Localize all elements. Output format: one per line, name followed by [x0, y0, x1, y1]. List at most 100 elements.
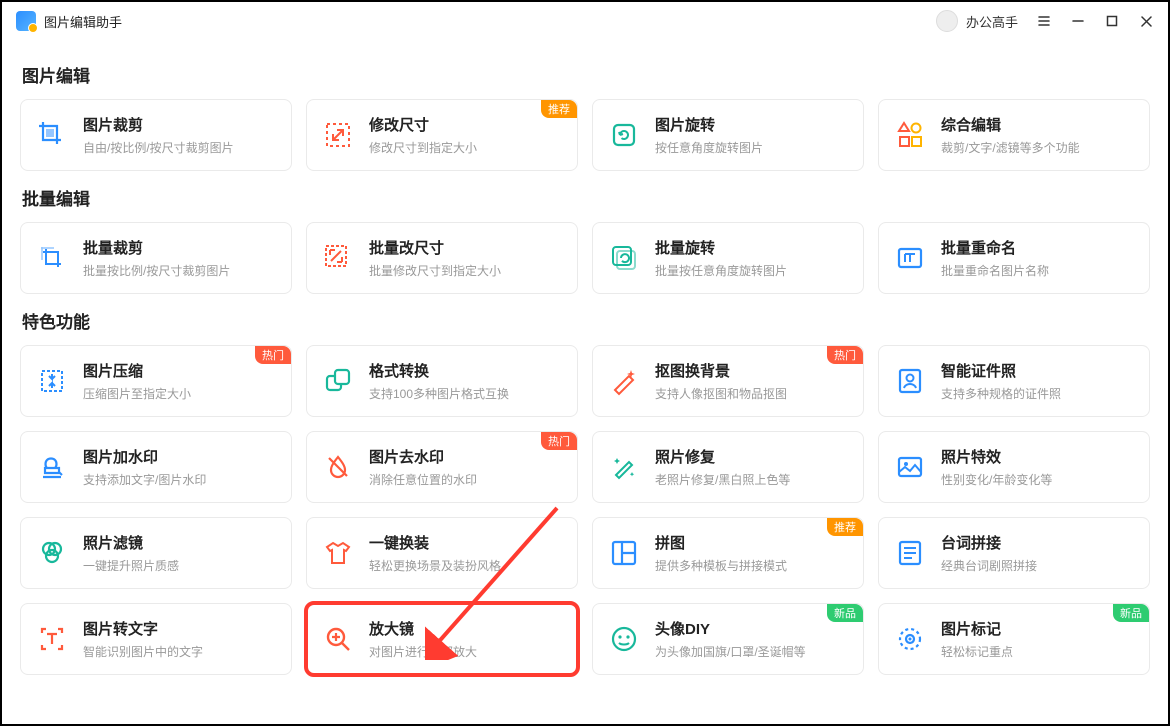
feature-card-batch-rotate[interactable]: 批量旋转 批量按任意角度旋转图片: [592, 222, 864, 294]
card-desc: 批量修改尺寸到指定大小: [369, 262, 501, 279]
feature-card-effects[interactable]: 照片特效 性别变化/年龄变化等: [878, 431, 1150, 503]
feature-card-crop[interactable]: 图片裁剪 自由/按比例/按尺寸裁剪图片: [20, 99, 292, 171]
stamp-icon: [35, 450, 69, 484]
card-desc: 轻松标记重点: [941, 643, 1013, 660]
badge-hot: 热门: [541, 432, 577, 450]
card-text: 图片标记 轻松标记重点: [941, 618, 1013, 660]
card-desc: 一键提升照片质感: [83, 557, 179, 574]
menu-button[interactable]: [1036, 13, 1052, 29]
feature-card-compress[interactable]: 热门 图片压缩 压缩图片至指定大小: [20, 345, 292, 417]
badge-new: 新品: [1113, 604, 1149, 622]
filter-icon: [35, 536, 69, 570]
card-title: 批量改尺寸: [369, 237, 501, 258]
card-text: 头像DIY 为头像加国旗/口罩/圣诞帽等: [655, 618, 806, 660]
card-title: 抠图换背景: [655, 360, 787, 381]
card-title: 格式转换: [369, 360, 509, 381]
feature-card-remove-wm[interactable]: 热门 图片去水印 消除任意位置的水印: [306, 431, 578, 503]
convert-icon: [321, 364, 355, 398]
card-text: 图片去水印 消除任意位置的水印: [369, 446, 477, 488]
user-label: 办公高手: [966, 12, 1018, 31]
card-desc: 批量重命名图片名称: [941, 262, 1049, 279]
card-title: 批量裁剪: [83, 237, 230, 258]
feature-card-combo[interactable]: 综合编辑 裁剪/文字/滤镜等多个功能: [878, 99, 1150, 171]
card-desc: 消除任意位置的水印: [369, 471, 477, 488]
feature-card-batch-resize[interactable]: 批量改尺寸 批量修改尺寸到指定大小: [306, 222, 578, 294]
card-title: 放大镜: [369, 618, 477, 639]
wand-icon: [607, 364, 641, 398]
card-desc: 压缩图片至指定大小: [83, 385, 191, 402]
badge-recommend: 推荐: [827, 518, 863, 536]
section-title: 特色功能: [22, 308, 1150, 333]
card-desc: 支持添加文字/图片水印: [83, 471, 206, 488]
card-title: 综合编辑: [941, 114, 1080, 135]
card-text: 综合编辑 裁剪/文字/滤镜等多个功能: [941, 114, 1080, 156]
card-desc: 支持多种规格的证件照: [941, 385, 1061, 402]
card-text: 图片压缩 压缩图片至指定大小: [83, 360, 191, 402]
card-title: 图片标记: [941, 618, 1013, 639]
feature-card-batch-crop[interactable]: 批量裁剪 批量按比例/按尺寸裁剪图片: [20, 222, 292, 294]
card-text: 批量旋转 批量按任意角度旋转图片: [655, 237, 787, 279]
card-title: 照片修复: [655, 446, 790, 467]
card-text: 修改尺寸 修改尺寸到指定大小: [369, 114, 477, 156]
feature-card-avatar-diy[interactable]: 新品 头像DIY 为头像加国旗/口罩/圣诞帽等: [592, 603, 864, 675]
card-desc: 轻松更换场景及装扮风格: [369, 557, 501, 574]
feature-card-idphoto[interactable]: 智能证件照 支持多种规格的证件照: [878, 345, 1150, 417]
feature-card-magnify[interactable]: 放大镜 对图片进行局部放大: [306, 603, 578, 675]
section-title: 批量编辑: [22, 185, 1150, 210]
card-title: 批量旋转: [655, 237, 787, 258]
card-text: 图片旋转 按任意角度旋转图片: [655, 114, 763, 156]
card-desc: 批量按比例/按尺寸裁剪图片: [83, 262, 230, 279]
compress-icon: [35, 364, 69, 398]
badge-new: 新品: [827, 604, 863, 622]
card-title: 图片旋转: [655, 114, 763, 135]
batch-rotate-icon: [607, 241, 641, 275]
feature-card-ocr[interactable]: 图片转文字 智能识别图片中的文字: [20, 603, 292, 675]
card-text: 批量改尺寸 批量修改尺寸到指定大小: [369, 237, 501, 279]
card-desc: 智能识别图片中的文字: [83, 643, 203, 660]
feature-card-cutout[interactable]: 热门 抠图换背景 支持人像抠图和物品抠图: [592, 345, 864, 417]
feature-card-resize[interactable]: 推荐 修改尺寸 修改尺寸到指定大小: [306, 99, 578, 171]
card-desc: 批量按任意角度旋转图片: [655, 262, 787, 279]
feature-card-restore[interactable]: 照片修复 老照片修复/黑白照上色等: [592, 431, 864, 503]
resize-icon: [321, 118, 355, 152]
drop-icon: [321, 450, 355, 484]
card-desc: 修改尺寸到指定大小: [369, 139, 477, 156]
idphoto-icon: [893, 364, 927, 398]
card-title: 头像DIY: [655, 618, 806, 639]
card-text: 放大镜 对图片进行局部放大: [369, 618, 477, 660]
card-title: 图片加水印: [83, 446, 206, 467]
card-title: 图片去水印: [369, 446, 477, 467]
feature-card-filter[interactable]: 照片滤镜 一键提升照片质感: [20, 517, 292, 589]
effects-icon: [893, 450, 927, 484]
card-title: 图片转文字: [83, 618, 203, 639]
close-button[interactable]: [1138, 13, 1154, 29]
feature-card-rotate[interactable]: 图片旋转 按任意角度旋转图片: [592, 99, 864, 171]
card-title: 照片特效: [941, 446, 1052, 467]
card-title: 图片压缩: [83, 360, 191, 381]
card-text: 台词拼接 经典台词剧照拼接: [941, 532, 1037, 574]
feature-card-dress[interactable]: 一键换装 轻松更换场景及装扮风格: [306, 517, 578, 589]
section-title: 图片编辑: [22, 62, 1150, 87]
sparkle-icon: [607, 450, 641, 484]
card-desc: 对图片进行局部放大: [369, 643, 477, 660]
minimize-button[interactable]: [1070, 13, 1086, 29]
badge-hot: 热门: [255, 346, 291, 364]
badge-hot: 热门: [827, 346, 863, 364]
feature-card-watermark[interactable]: 图片加水印 支持添加文字/图片水印: [20, 431, 292, 503]
app-title: 图片编辑助手: [44, 12, 122, 31]
card-desc: 自由/按比例/按尺寸裁剪图片: [83, 139, 234, 156]
maximize-button[interactable]: [1104, 13, 1120, 29]
feature-card-convert[interactable]: 格式转换 支持100多种图片格式互换: [306, 345, 578, 417]
feature-card-annotate[interactable]: 新品 图片标记 轻松标记重点: [878, 603, 1150, 675]
feature-card-script[interactable]: 台词拼接 经典台词剧照拼接: [878, 517, 1150, 589]
feature-card-batch-rename[interactable]: 批量重命名 批量重命名图片名称: [878, 222, 1150, 294]
feature-card-collage[interactable]: 推荐 拼图 提供多种模板与拼接模式: [592, 517, 864, 589]
card-text: 照片滤镜 一键提升照片质感: [83, 532, 179, 574]
avatar-icon: [936, 10, 958, 32]
user-block[interactable]: 办公高手: [936, 10, 1018, 32]
card-title: 照片滤镜: [83, 532, 179, 553]
card-text: 智能证件照 支持多种规格的证件照: [941, 360, 1061, 402]
titlebar: 图片编辑助手 办公高手: [2, 2, 1168, 40]
card-text: 照片修复 老照片修复/黑白照上色等: [655, 446, 790, 488]
card-desc: 性别变化/年龄变化等: [941, 471, 1052, 488]
